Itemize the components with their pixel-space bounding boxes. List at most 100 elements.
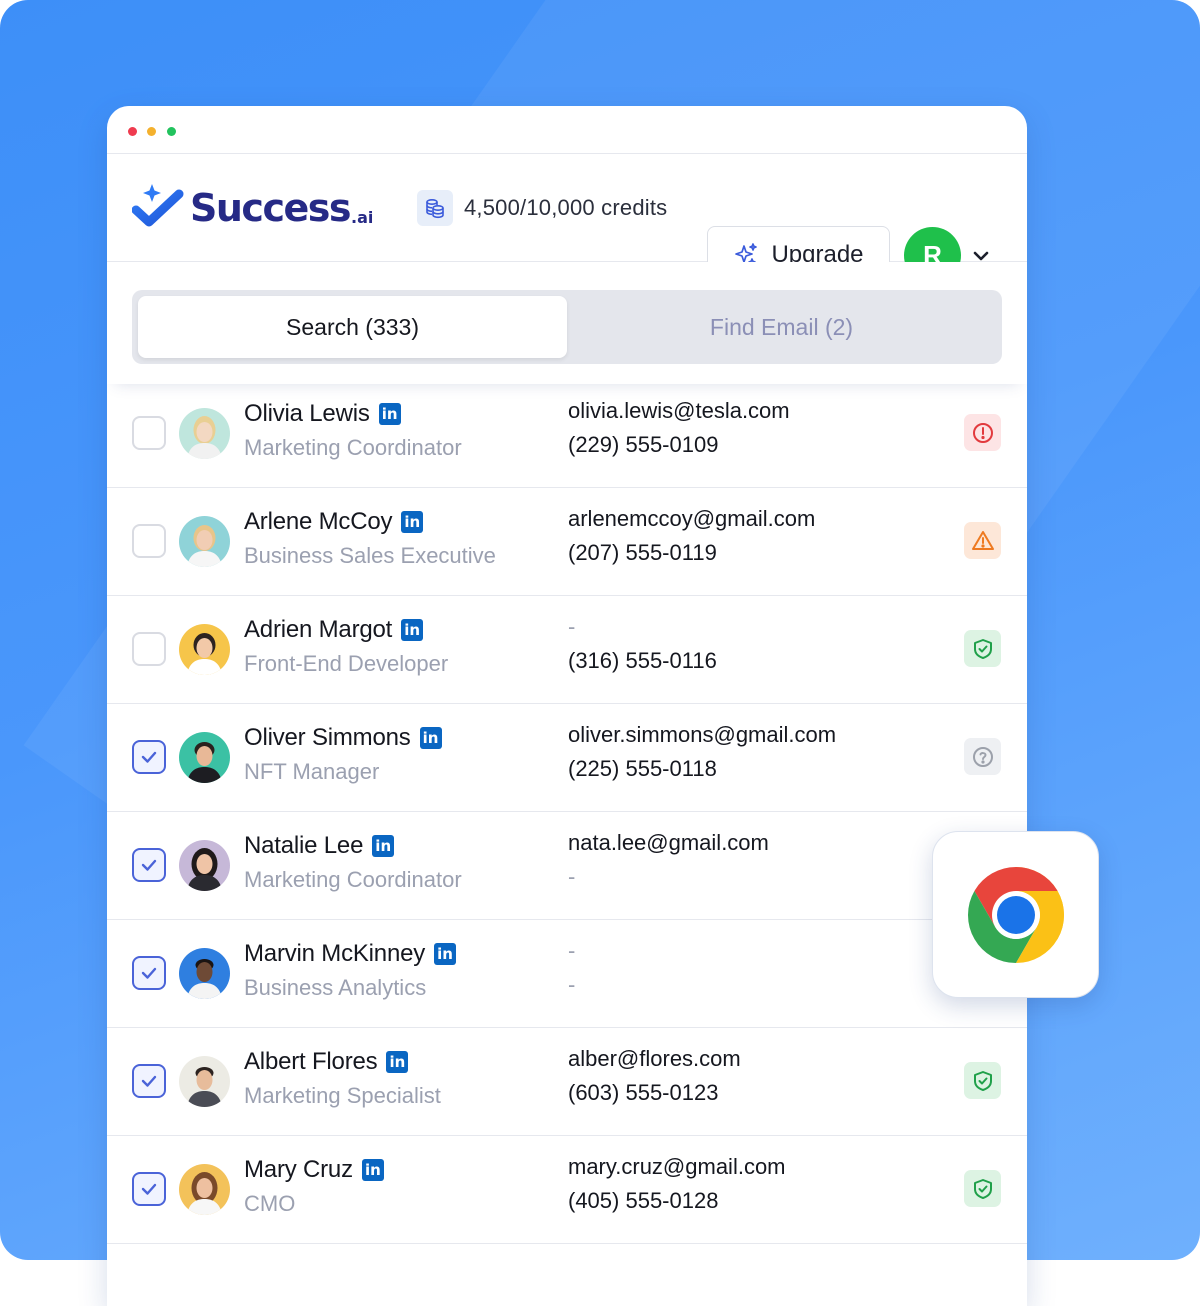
contact-title: Marketing Coordinator bbox=[244, 867, 462, 892]
alert-triangle-icon[interactable] bbox=[964, 522, 1001, 559]
contact-row[interactable]: Mary Cruz in CMO mary.cruz@gmail.com (40… bbox=[107, 1136, 1027, 1244]
contact-name: Marvin McKinney bbox=[244, 940, 426, 967]
contact-email: olivia.lewis@tesla.com bbox=[568, 398, 790, 423]
contact-email: - bbox=[568, 938, 576, 963]
linkedin-icon[interactable]: in bbox=[378, 403, 401, 425]
contact-name: Mary Cruz bbox=[244, 1156, 353, 1183]
contact-name-line: Albert Flores in bbox=[244, 1048, 409, 1076]
contact-name: Natalie Lee bbox=[244, 832, 364, 859]
contact-phone: - bbox=[568, 864, 576, 889]
shield-check-icon[interactable] bbox=[964, 1170, 1001, 1207]
tabs-section: Search (333) Find Email (2) bbox=[107, 262, 1027, 384]
logo[interactable]: Success .ai bbox=[132, 182, 373, 230]
linkedin-icon[interactable]: in bbox=[419, 727, 442, 749]
chrome-extension-badge[interactable] bbox=[932, 831, 1099, 998]
avatar bbox=[179, 516, 230, 567]
coins-icon bbox=[417, 190, 453, 226]
contact-title: Business Analytics bbox=[244, 975, 427, 1000]
contact-row[interactable]: Albert Flores in Marketing Specialist al… bbox=[107, 1028, 1027, 1136]
contact-row[interactable]: Arlene McCoy in Business Sales Executive… bbox=[107, 488, 1027, 596]
window-titlebar bbox=[107, 106, 1027, 154]
contact-title: NFT Manager bbox=[244, 759, 380, 784]
row-checkbox[interactable] bbox=[132, 524, 166, 558]
contact-title: Marketing Specialist bbox=[244, 1083, 441, 1108]
row-checkbox[interactable] bbox=[132, 1064, 166, 1098]
linkedin-icon[interactable]: in bbox=[361, 1159, 384, 1181]
alert-circle-icon[interactable] bbox=[964, 414, 1001, 451]
checkmark-icon bbox=[141, 967, 157, 979]
avatar bbox=[179, 732, 230, 783]
tab-find-email[interactable]: Find Email (2) bbox=[567, 296, 996, 358]
contact-row[interactable]: Oliver Simmons in NFT Manager oliver.sim… bbox=[107, 704, 1027, 812]
contact-title: Front-End Developer bbox=[244, 651, 449, 676]
contact-row[interactable]: Adrien Margot in Front-End Developer - (… bbox=[107, 596, 1027, 704]
contact-phone: - bbox=[568, 972, 576, 997]
contact-name-line: Adrien Margot in bbox=[244, 616, 424, 644]
contact-name: Olivia Lewis bbox=[244, 400, 370, 427]
linkedin-icon[interactable]: in bbox=[401, 511, 424, 533]
contact-name-line: Marvin McKinney in bbox=[244, 940, 457, 968]
contact-title: CMO bbox=[244, 1191, 296, 1216]
question-circle-icon[interactable] bbox=[964, 738, 1001, 775]
credits-indicator: 4,500/10,000 credits bbox=[417, 190, 667, 226]
contact-row[interactable]: Olivia Lewis in Marketing Coordinator ol… bbox=[107, 380, 1027, 488]
extension-window: Success .ai 4,500/10,000 credits Upgrade… bbox=[107, 106, 1027, 1306]
credits-text: 4,500/10,000 credits bbox=[464, 195, 668, 220]
contact-phone: (603) 555-0123 bbox=[568, 1080, 719, 1105]
contact-name-line: Arlene McCoy in bbox=[244, 508, 424, 536]
logo-text: Success bbox=[190, 186, 351, 230]
linkedin-icon[interactable]: in bbox=[372, 835, 395, 857]
contact-email: arlenemccoy@gmail.com bbox=[568, 506, 816, 531]
contact-name-line: Oliver Simmons in bbox=[244, 724, 442, 752]
contact-list: Olivia Lewis in Marketing Coordinator ol… bbox=[107, 380, 1027, 1244]
contact-phone: (229) 555-0109 bbox=[568, 432, 719, 457]
row-checkbox[interactable] bbox=[132, 740, 166, 774]
avatar bbox=[179, 840, 230, 891]
contact-email: alber@flores.com bbox=[568, 1046, 741, 1071]
row-checkbox[interactable] bbox=[132, 1172, 166, 1206]
minimize-window-dot[interactable] bbox=[147, 127, 156, 136]
contact-email: - bbox=[568, 614, 576, 639]
logo-check-icon bbox=[132, 184, 184, 227]
avatar bbox=[179, 624, 230, 675]
contact-phone: (316) 555-0116 bbox=[568, 648, 717, 673]
contact-name: Albert Flores bbox=[244, 1048, 378, 1075]
contact-name-line: Mary Cruz in bbox=[244, 1156, 384, 1184]
linkedin-icon[interactable]: in bbox=[434, 943, 457, 965]
row-checkbox[interactable] bbox=[132, 416, 166, 450]
contact-name-line: Natalie Lee in bbox=[244, 832, 395, 860]
checkmark-icon bbox=[141, 751, 157, 763]
avatar bbox=[179, 408, 230, 459]
chrome-icon bbox=[967, 866, 1064, 963]
checkmark-icon bbox=[141, 1075, 157, 1087]
row-checkbox[interactable] bbox=[132, 848, 166, 882]
contact-phone: (225) 555-0118 bbox=[568, 756, 717, 781]
linkedin-icon[interactable]: in bbox=[386, 1051, 409, 1073]
linkedin-icon[interactable]: in bbox=[401, 619, 424, 641]
contact-row[interactable]: Natalie Lee in Marketing Coordinator nat… bbox=[107, 812, 1027, 920]
contact-row[interactable]: Marvin McKinney in Business Analytics - … bbox=[107, 920, 1027, 1028]
contact-name: Oliver Simmons bbox=[244, 724, 411, 751]
avatar bbox=[179, 1056, 230, 1107]
row-checkbox[interactable] bbox=[132, 956, 166, 990]
contact-email: nata.lee@gmail.com bbox=[568, 830, 769, 855]
contact-name: Adrien Margot bbox=[244, 616, 393, 643]
contact-phone: (207) 555-0119 bbox=[568, 540, 717, 565]
contact-email: mary.cruz@gmail.com bbox=[568, 1154, 786, 1179]
app-header: Success .ai 4,500/10,000 credits Upgrade… bbox=[107, 154, 1027, 284]
close-window-dot[interactable] bbox=[128, 127, 137, 136]
checkmark-icon bbox=[141, 859, 157, 871]
tab-search[interactable]: Search (333) bbox=[138, 296, 567, 358]
maximize-window-dot[interactable] bbox=[167, 127, 176, 136]
row-checkbox[interactable] bbox=[132, 632, 166, 666]
shield-check-icon[interactable] bbox=[964, 630, 1001, 667]
shield-check-icon[interactable] bbox=[964, 1062, 1001, 1099]
contact-name-line: Olivia Lewis in bbox=[244, 400, 401, 428]
avatar bbox=[179, 1164, 230, 1215]
avatar bbox=[179, 948, 230, 999]
logo-suffix: .ai bbox=[350, 208, 374, 227]
tab-bar: Search (333) Find Email (2) bbox=[132, 290, 1002, 364]
contact-title: Business Sales Executive bbox=[244, 543, 496, 568]
contact-phone: (405) 555-0128 bbox=[568, 1188, 719, 1213]
contact-title: Marketing Coordinator bbox=[244, 435, 462, 460]
